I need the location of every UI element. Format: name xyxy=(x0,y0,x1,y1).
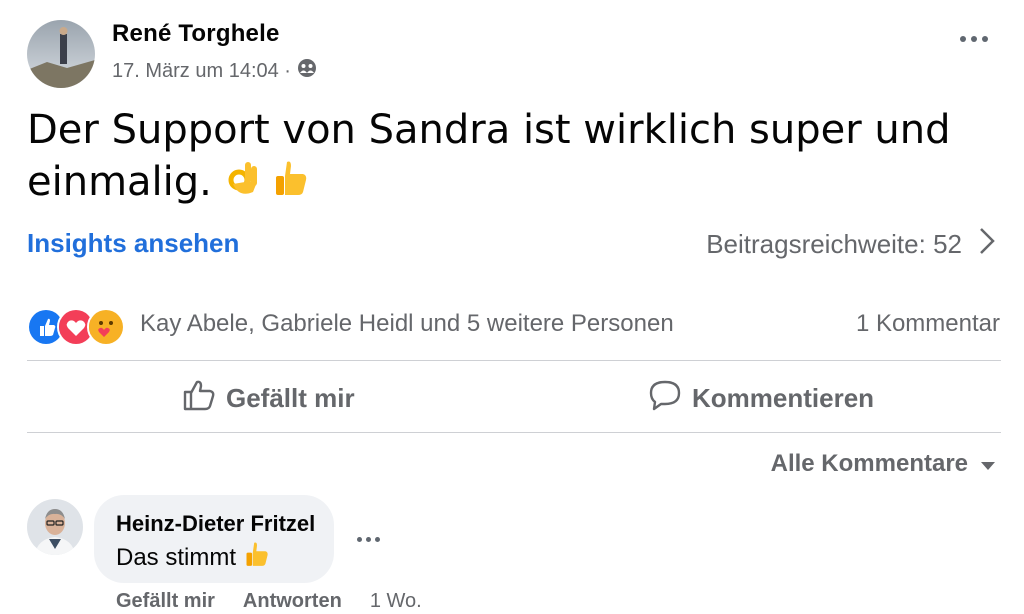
comment-button-label: Kommentieren xyxy=(692,383,875,413)
comment-body: Das stimmt xyxy=(116,540,270,575)
comment-author-name[interactable]: Heinz-Dieter Fritzel xyxy=(116,511,315,537)
dot-icon xyxy=(375,537,380,542)
post-text: Der Support von Sandra ist wirklich supe… xyxy=(27,107,951,205)
ok-hand-emoji xyxy=(225,158,261,211)
comment-button[interactable]: Kommentieren xyxy=(648,378,874,419)
dot-icon xyxy=(357,537,362,542)
reaction-icons[interactable] xyxy=(27,308,125,346)
care-reaction-icon xyxy=(87,308,125,346)
comment-bubble-icon xyxy=(648,378,682,419)
divider xyxy=(27,432,1001,433)
post-options-button[interactable] xyxy=(960,36,988,42)
caret-down-icon xyxy=(980,450,996,478)
comment-options-button[interactable] xyxy=(357,537,380,542)
comment-age[interactable]: 1 Wo. xyxy=(370,590,422,613)
author-avatar[interactable] xyxy=(27,20,95,88)
dot-icon xyxy=(971,36,977,42)
comment-like-link[interactable]: Gefällt mir xyxy=(116,590,215,613)
like-button-label: Gefällt mir xyxy=(226,383,355,413)
like-button[interactable]: Gefällt mir xyxy=(182,378,355,419)
reaction-names[interactable]: Kay Abele, Gabriele Heidl und 5 weitere … xyxy=(140,310,674,338)
post-author-name[interactable]: René Torghele xyxy=(112,20,280,48)
post-meta: 17. März um 14:04 · xyxy=(112,58,317,84)
post-timestamp[interactable]: 17. März um 14:04 · xyxy=(112,60,291,83)
view-insights-link[interactable]: Insights ansehen xyxy=(27,228,239,259)
dot-icon xyxy=(982,36,988,42)
post-body: Der Support von Sandra ist wirklich supe… xyxy=(27,104,967,211)
chevron-right-icon xyxy=(978,226,996,263)
divider xyxy=(27,360,1001,361)
comment-text: Das stimmt xyxy=(116,543,236,571)
post-reach-label: Beitragsreichweite: 52 xyxy=(706,229,962,259)
friends-icon[interactable] xyxy=(297,58,317,84)
comment-reply-link[interactable]: Antworten xyxy=(243,590,342,613)
thumbs-up-emoji xyxy=(244,540,270,575)
commenter-avatar[interactable] xyxy=(27,499,83,555)
comments-filter-dropdown[interactable]: Alle Kommentare xyxy=(771,450,996,478)
comment-count[interactable]: 1 Kommentar xyxy=(856,310,1000,338)
thumbs-up-icon xyxy=(182,378,216,419)
comments-filter-label: Alle Kommentare xyxy=(770,450,968,477)
comment-actions: Gefällt mir Antworten 1 Wo. xyxy=(116,590,422,613)
dot-icon xyxy=(366,537,371,542)
post-reach[interactable]: Beitragsreichweite: 52 xyxy=(706,226,996,263)
dot-icon xyxy=(960,36,966,42)
thumbs-up-emoji xyxy=(273,158,309,211)
